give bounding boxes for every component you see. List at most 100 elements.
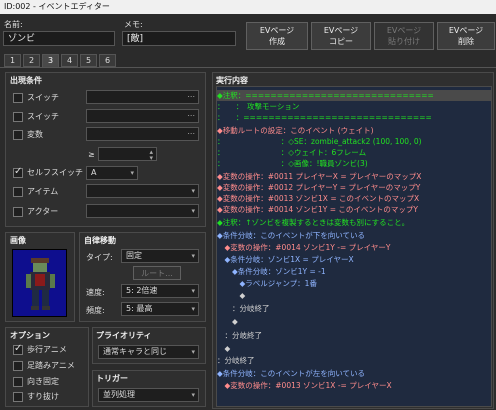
chevron-down-icon: ▾ bbox=[191, 348, 195, 356]
speed-value: 5: 2倍速 bbox=[126, 286, 158, 295]
options-title: オプション bbox=[10, 331, 50, 340]
command-line[interactable]: ◆条件分岐：ゾンビ1Y = -1 bbox=[217, 266, 491, 277]
command-line[interactable]: ◆変数の操作：#0012 プレイヤーY = プレイヤーのマップY bbox=[217, 182, 491, 193]
command-line[interactable]: ：分岐終了 bbox=[217, 330, 491, 341]
name-input[interactable]: ゾンビ bbox=[3, 31, 115, 46]
command-line[interactable]: ◆変数の操作：#0011 プレイヤーX = プレイヤーのマップX bbox=[217, 171, 491, 182]
speed-select[interactable]: 5: 2倍速 ▾ bbox=[121, 284, 199, 298]
chevron-down-icon: ▾ bbox=[191, 187, 195, 195]
switch1-dots: ... bbox=[187, 90, 195, 99]
switch1-select[interactable]: ... bbox=[86, 90, 199, 104]
command-line[interactable]: ◆変数の操作：#0013 ゾンビ1X = このイベントのマップX bbox=[217, 193, 491, 204]
actor-label: アクター bbox=[27, 207, 59, 216]
command-line[interactable]: ◆条件分岐：このイベントが左を向いている bbox=[217, 368, 491, 379]
freq-label: 頻度: bbox=[86, 306, 105, 315]
command-line[interactable]: ：分岐終了 bbox=[217, 355, 491, 366]
freq-value: 5: 最高 bbox=[126, 304, 153, 313]
delete-page-button-line1: EVページ bbox=[448, 26, 484, 35]
tab-page-1[interactable]: 1 bbox=[4, 54, 21, 67]
self-switch-select[interactable]: A ▾ bbox=[86, 166, 138, 180]
actor-select[interactable]: ▾ bbox=[86, 204, 199, 218]
step-anim-label: 足踏みアニメ bbox=[27, 361, 75, 370]
command-line[interactable]: ◆ bbox=[217, 316, 491, 327]
variable-checkbox[interactable] bbox=[13, 130, 23, 140]
command-line[interactable]: ◆ bbox=[217, 290, 491, 301]
command-line[interactable]: ◆ bbox=[217, 343, 491, 354]
variable-select[interactable]: ... bbox=[86, 127, 199, 141]
new-page-button-line2: 作成 bbox=[269, 37, 285, 46]
tab-page-3[interactable]: 3 bbox=[42, 54, 59, 67]
command-line[interactable]: ： ：◇ウェイト：6フレーム bbox=[217, 147, 491, 158]
autonomous-title: 自律移動 bbox=[84, 236, 116, 245]
priority-title: プライオリティ bbox=[96, 331, 152, 340]
commands-title: 実行内容 bbox=[216, 76, 248, 85]
switch2-checkbox[interactable] bbox=[13, 112, 23, 122]
command-line[interactable]: ： ：◇SE：zombie_attack2 (100, 100, 0) bbox=[217, 136, 491, 147]
tab-page-4[interactable]: 4 bbox=[61, 54, 78, 67]
direction-fix-checkbox[interactable] bbox=[13, 377, 23, 387]
route-button[interactable]: ルート... bbox=[133, 266, 181, 280]
delete-page-button-line2: 削除 bbox=[458, 37, 474, 46]
switch2-dots: ... bbox=[187, 109, 195, 118]
trigger-title: トリガー bbox=[96, 374, 128, 383]
switch2-select[interactable]: ... bbox=[86, 109, 199, 123]
character-image[interactable] bbox=[12, 249, 67, 317]
copy-page-button[interactable]: EVページ コピー bbox=[311, 22, 371, 50]
speed-label: 速度: bbox=[86, 288, 105, 297]
tab-divider bbox=[0, 67, 496, 68]
priority-select[interactable]: 通常キャラと同じ ▾ bbox=[98, 345, 199, 359]
window-title: ID:002 - イベントエディター bbox=[0, 0, 496, 14]
through-checkbox[interactable] bbox=[13, 392, 23, 402]
switch1-checkbox[interactable] bbox=[13, 93, 23, 103]
command-line[interactable]: ◆注釈：============================== bbox=[217, 90, 491, 101]
switch1-label: スイッチ bbox=[27, 93, 59, 102]
command-line[interactable]: ： ： 攻撃モーション bbox=[217, 101, 491, 112]
paste-page-button[interactable]: EVページ 貼り付け bbox=[374, 22, 434, 50]
command-line[interactable]: ◆変数の操作：#0013 ゾンビ1X -= プレイヤーX bbox=[217, 380, 491, 391]
command-line[interactable]: ◆注釈：↑ゾンビを複製するときは変数も別にすること。 bbox=[217, 217, 491, 228]
switch2-label: スイッチ bbox=[27, 112, 59, 121]
chevron-down-icon: ▾ bbox=[191, 305, 195, 313]
item-label: アイテム bbox=[27, 187, 59, 196]
item-select[interactable]: ▾ bbox=[86, 184, 199, 198]
paste-page-button-line2: 貼り付け bbox=[388, 37, 420, 46]
paste-page-button-line1: EVページ bbox=[386, 26, 422, 35]
chevron-down-icon: ▾ bbox=[191, 252, 195, 260]
new-page-button[interactable]: EVページ 作成 bbox=[246, 22, 308, 50]
step-anim-checkbox[interactable] bbox=[13, 361, 23, 371]
command-list[interactable]: ◆注釈：============================== ： ： 攻… bbox=[216, 86, 492, 407]
variable-value-spinner[interactable]: ▴ ▾ bbox=[98, 147, 157, 164]
new-page-button-line1: EVページ bbox=[259, 26, 295, 35]
zombie-sprite-icon bbox=[26, 258, 55, 310]
command-line[interactable]: ◆ラベルジャンプ：1番 bbox=[217, 278, 491, 289]
command-line[interactable]: ◆変数の操作：#0014 ゾンビ1Y -= プレイヤーY bbox=[217, 242, 491, 253]
type-value: 固定 bbox=[126, 251, 142, 260]
spinner-down-icon[interactable]: ▾ bbox=[149, 152, 153, 164]
self-switch-checkbox[interactable] bbox=[13, 166, 23, 178]
chevron-down-icon: ▾ bbox=[130, 169, 134, 177]
actor-checkbox[interactable] bbox=[13, 207, 23, 217]
walk-anim-label: 歩行アニメ bbox=[27, 345, 67, 354]
delete-page-button[interactable]: EVページ 削除 bbox=[437, 22, 495, 50]
tab-page-5[interactable]: 5 bbox=[80, 54, 97, 67]
command-line[interactable]: ◆変数の操作：#0014 ゾンビ1Y = このイベントのマップY bbox=[217, 204, 491, 215]
command-line[interactable]: ： ：◇画像：!職員ゾンビ(3) bbox=[217, 158, 491, 169]
item-checkbox[interactable] bbox=[13, 187, 23, 197]
image-title: 画像 bbox=[10, 236, 26, 245]
command-line[interactable]: ◆条件分岐：ゾンビ1X = プレイヤーX bbox=[217, 254, 491, 265]
command-line[interactable]: ： ：============================== bbox=[217, 112, 491, 123]
walk-anim-checkbox[interactable] bbox=[13, 343, 23, 355]
gte-label: ≥ bbox=[88, 150, 95, 159]
command-line[interactable]: ：分岐終了 bbox=[217, 303, 491, 314]
tab-page-6[interactable]: 6 bbox=[99, 54, 116, 67]
chevron-down-icon: ▾ bbox=[191, 391, 195, 399]
tab-page-2[interactable]: 2 bbox=[23, 54, 40, 67]
command-line[interactable]: ◆条件分岐：このイベントが下を向いている bbox=[217, 230, 491, 241]
command-line[interactable]: ◆移動ルートの設定：このイベント (ウェイト) bbox=[217, 125, 491, 136]
chevron-down-icon: ▾ bbox=[191, 287, 195, 295]
type-select[interactable]: 固定 ▾ bbox=[121, 249, 199, 263]
direction-fix-label: 向き固定 bbox=[27, 377, 59, 386]
trigger-select[interactable]: 並列処理 ▾ bbox=[98, 388, 199, 402]
memo-input[interactable]: [敵] bbox=[122, 31, 236, 46]
freq-select[interactable]: 5: 最高 ▾ bbox=[121, 302, 199, 316]
